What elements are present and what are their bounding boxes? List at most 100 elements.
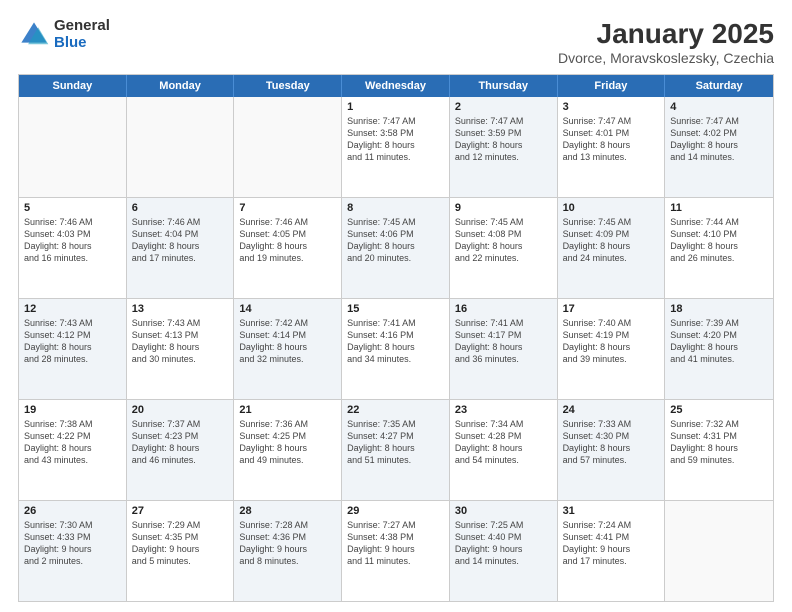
day-info: Sunrise: 7:43 AM Sunset: 4:13 PM Dayligh… — [132, 317, 229, 366]
day-number: 30 — [455, 505, 552, 517]
day-info: Sunrise: 7:38 AM Sunset: 4:22 PM Dayligh… — [24, 418, 121, 467]
day-info: Sunrise: 7:34 AM Sunset: 4:28 PM Dayligh… — [455, 418, 552, 467]
day-info: Sunrise: 7:46 AM Sunset: 4:04 PM Dayligh… — [132, 216, 229, 265]
cal-header-wednesday: Wednesday — [342, 75, 450, 97]
day-info: Sunrise: 7:32 AM Sunset: 4:31 PM Dayligh… — [670, 418, 768, 467]
day-info: Sunrise: 7:45 AM Sunset: 4:08 PM Dayligh… — [455, 216, 552, 265]
cal-cell-w5d7 — [665, 501, 773, 601]
day-info: Sunrise: 7:47 AM Sunset: 4:01 PM Dayligh… — [563, 115, 660, 164]
day-info: Sunrise: 7:39 AM Sunset: 4:20 PM Dayligh… — [670, 317, 768, 366]
day-number: 31 — [563, 505, 660, 517]
day-info: Sunrise: 7:36 AM Sunset: 4:25 PM Dayligh… — [239, 418, 336, 467]
day-info: Sunrise: 7:43 AM Sunset: 4:12 PM Dayligh… — [24, 317, 121, 366]
cal-cell-w1d5: 2Sunrise: 7:47 AM Sunset: 3:59 PM Daylig… — [450, 97, 558, 197]
cal-cell-w5d6: 31 Sunrise: 7:24 AM Sunset: 4:41 PM Dayli… — [558, 501, 666, 601]
logo-general: General — [54, 18, 110, 35]
cal-week-3: 12 Sunrise: 7:43 AM Sunset: 4:12 PM Dayli… — [19, 299, 773, 400]
cal-cell-w4d1: 19 Sunrise: 7:38 AM Sunset: 4:22 PM Dayli… — [19, 400, 127, 500]
cal-header-monday: Monday — [127, 75, 235, 97]
cal-cell-w3d4: 15Sunrise: 7:41 AM Sunset: 4:16 PM Dayli… — [342, 299, 450, 399]
day-number: 22 — [347, 404, 444, 416]
logo-blue: Blue — [54, 35, 110, 52]
day-info: Sunrise: 7:30 AM Sunset: 4:33 PM Dayligh… — [24, 519, 121, 568]
day-info: Sunrise: 7:45 AM Sunset: 4:06 PM Dayligh… — [347, 216, 444, 265]
day-info: Sunrise: 7:47 AM Sunset: 3:58 PM Dayligh… — [347, 115, 444, 164]
day-number: 11 — [670, 202, 768, 214]
cal-header-tuesday: Tuesday — [234, 75, 342, 97]
cal-cell-w5d3: 28 Sunrise: 7:28 AM Sunset: 4:36 PM Dayli… — [234, 501, 342, 601]
page: General Blue January 2025 Dvorce, Moravs… — [0, 0, 792, 612]
cal-week-1: 1 Sunrise: 7:47 AM Sunset: 3:58 PM Daylig… — [19, 97, 773, 198]
cal-cell-w1d6: 3Sunrise: 7:47 AM Sunset: 4:01 PM Daylig… — [558, 97, 666, 197]
cal-header-friday: Friday — [558, 75, 666, 97]
day-info: Sunrise: 7:47 AM Sunset: 3:59 PM Dayligh… — [455, 115, 552, 164]
day-info: Sunrise: 7:35 AM Sunset: 4:27 PM Dayligh… — [347, 418, 444, 467]
cal-cell-w1d3 — [234, 97, 342, 197]
cal-week-4: 19 Sunrise: 7:38 AM Sunset: 4:22 PM Dayli… — [19, 400, 773, 501]
day-number: 27 — [132, 505, 229, 517]
day-number: 25 — [670, 404, 768, 416]
day-number: 24 — [563, 404, 660, 416]
cal-cell-w2d5: 9 Sunrise: 7:45 AM Sunset: 4:08 PM Daylig… — [450, 198, 558, 298]
day-info: Sunrise: 7:25 AM Sunset: 4:40 PM Dayligh… — [455, 519, 552, 568]
cal-cell-w3d1: 12 Sunrise: 7:43 AM Sunset: 4:12 PM Dayli… — [19, 299, 127, 399]
cal-header-thursday: Thursday — [450, 75, 558, 97]
day-number: 4 — [670, 101, 768, 113]
day-info: Sunrise: 7:33 AM Sunset: 4:30 PM Dayligh… — [563, 418, 660, 467]
cal-week-5: 26 Sunrise: 7:30 AM Sunset: 4:33 PM Dayli… — [19, 501, 773, 601]
day-number: 1 — [347, 101, 444, 113]
day-info: Sunrise: 7:45 AM Sunset: 4:09 PM Dayligh… — [563, 216, 660, 265]
day-info: Sunrise: 7:40 AM Sunset: 4:19 PM Dayligh… — [563, 317, 660, 366]
day-number: 17 — [563, 303, 660, 315]
day-info: Sunrise: 7:47 AM Sunset: 4:02 PM Dayligh… — [670, 115, 768, 164]
cal-week-2: 5 Sunrise: 7:46 AM Sunset: 4:03 PM Daylig… — [19, 198, 773, 299]
day-info: Sunrise: 7:46 AM Sunset: 4:05 PM Dayligh… — [239, 216, 336, 265]
day-number: 6 — [132, 202, 229, 214]
logo-icon — [18, 19, 50, 51]
cal-cell-w2d4: 8 Sunrise: 7:45 AM Sunset: 4:06 PM Daylig… — [342, 198, 450, 298]
day-number: 5 — [24, 202, 121, 214]
day-number: 26 — [24, 505, 121, 517]
cal-cell-w1d1 — [19, 97, 127, 197]
cal-cell-w5d5: 30 Sunrise: 7:25 AM Sunset: 4:40 PM Dayli… — [450, 501, 558, 601]
cal-cell-w3d7: 18 Sunrise: 7:39 AM Sunset: 4:20 PM Dayli… — [665, 299, 773, 399]
cal-header-saturday: Saturday — [665, 75, 773, 97]
day-number: 7 — [239, 202, 336, 214]
cal-cell-w4d7: 25 Sunrise: 7:32 AM Sunset: 4:31 PM Dayli… — [665, 400, 773, 500]
cal-cell-w3d3: 14Sunrise: 7:42 AM Sunset: 4:14 PM Dayli… — [234, 299, 342, 399]
day-info: Sunrise: 7:41 AM Sunset: 4:17 PM Dayligh… — [455, 317, 552, 366]
calendar: SundayMondayTuesdayWednesdayThursdayFrid… — [18, 74, 774, 602]
day-number: 16 — [455, 303, 552, 315]
cal-cell-w1d4: 1 Sunrise: 7:47 AM Sunset: 3:58 PM Daylig… — [342, 97, 450, 197]
cal-cell-w1d7: 4 Sunrise: 7:47 AM Sunset: 4:02 PM Daylig… — [665, 97, 773, 197]
day-number: 8 — [347, 202, 444, 214]
logo: General Blue — [18, 18, 110, 51]
day-number: 29 — [347, 505, 444, 517]
cal-cell-w4d5: 23 Sunrise: 7:34 AM Sunset: 4:28 PM Dayli… — [450, 400, 558, 500]
cal-cell-w3d6: 17 Sunrise: 7:40 AM Sunset: 4:19 PM Dayli… — [558, 299, 666, 399]
day-number: 18 — [670, 303, 768, 315]
day-number: 13 — [132, 303, 229, 315]
day-info: Sunrise: 7:46 AM Sunset: 4:03 PM Dayligh… — [24, 216, 121, 265]
cal-cell-w4d6: 24 Sunrise: 7:33 AM Sunset: 4:30 PM Dayli… — [558, 400, 666, 500]
calendar-body: 1 Sunrise: 7:47 AM Sunset: 3:58 PM Daylig… — [19, 97, 773, 601]
cal-cell-w2d1: 5 Sunrise: 7:46 AM Sunset: 4:03 PM Daylig… — [19, 198, 127, 298]
day-info: Sunrise: 7:28 AM Sunset: 4:36 PM Dayligh… — [239, 519, 336, 568]
day-number: 28 — [239, 505, 336, 517]
day-number: 19 — [24, 404, 121, 416]
day-number: 21 — [239, 404, 336, 416]
cal-cell-w5d4: 29Sunrise: 7:27 AM Sunset: 4:38 PM Dayli… — [342, 501, 450, 601]
day-number: 10 — [563, 202, 660, 214]
day-number: 9 — [455, 202, 552, 214]
day-number: 23 — [455, 404, 552, 416]
cal-cell-w5d2: 27 Sunrise: 7:29 AM Sunset: 4:35 PM Dayli… — [127, 501, 235, 601]
cal-cell-w3d5: 16 Sunrise: 7:41 AM Sunset: 4:17 PM Dayli… — [450, 299, 558, 399]
subtitle: Dvorce, Moravskoslezsky, Czechia — [558, 50, 774, 66]
day-info: Sunrise: 7:29 AM Sunset: 4:35 PM Dayligh… — [132, 519, 229, 568]
day-info: Sunrise: 7:24 AM Sunset: 4:41 PM Dayligh… — [563, 519, 660, 568]
cal-header-sunday: Sunday — [19, 75, 127, 97]
day-number: 12 — [24, 303, 121, 315]
cal-cell-w4d3: 21 Sunrise: 7:36 AM Sunset: 4:25 PM Dayli… — [234, 400, 342, 500]
cal-cell-w1d2 — [127, 97, 235, 197]
cal-cell-w4d4: 22 Sunrise: 7:35 AM Sunset: 4:27 PM Dayli… — [342, 400, 450, 500]
